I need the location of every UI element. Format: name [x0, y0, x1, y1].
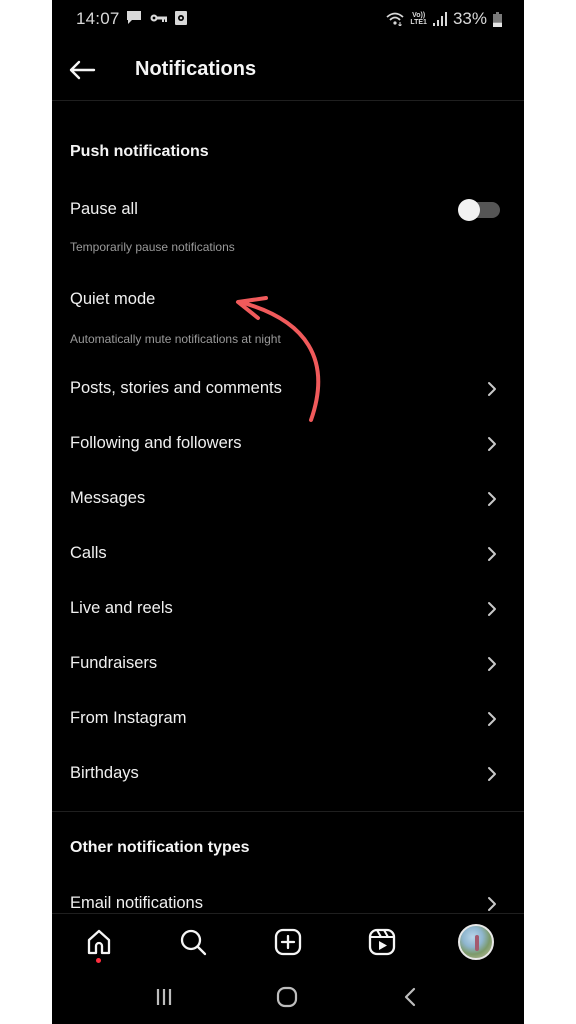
back-chevron-icon	[404, 987, 416, 1007]
row-label: Following and followers	[70, 434, 242, 452]
tab-profile[interactable]	[458, 924, 494, 960]
row-messages[interactable]: Messages	[52, 475, 524, 523]
tab-home[interactable]	[81, 924, 117, 960]
row-label: Fundraisers	[70, 654, 158, 672]
home-system-button[interactable]	[272, 984, 302, 1010]
pause-all-label: Pause all	[70, 200, 138, 218]
settings-list: Push notifications Pause all Temporarily…	[52, 101, 524, 913]
chevron-right-icon	[488, 657, 496, 671]
pause-all-description: Temporarily pause notifications	[70, 240, 235, 254]
vpn-key-icon	[150, 14, 167, 22]
battery-icon	[493, 11, 502, 27]
tab-reels[interactable]	[364, 924, 400, 960]
row-label: Live and reels	[70, 599, 173, 617]
section-title-push: Push notifications	[70, 143, 209, 160]
reels-icon	[368, 928, 396, 956]
row-label: Calls	[70, 544, 107, 562]
chevron-right-icon	[488, 492, 496, 506]
phone-screen: 14:07 Vo)) LTE1 33% Notifications Push n…	[52, 0, 524, 1024]
row-calls[interactable]: Calls	[52, 530, 524, 578]
row-label: From Instagram	[70, 709, 187, 727]
row-following-followers[interactable]: Following and followers	[52, 420, 524, 468]
chevron-right-icon	[488, 547, 496, 561]
message-icon	[127, 11, 141, 24]
row-label: Messages	[70, 489, 146, 507]
chevron-right-icon	[488, 382, 496, 396]
row-birthdays[interactable]: Birthdays	[52, 750, 524, 798]
section-divider	[52, 811, 524, 812]
back-button[interactable]	[66, 54, 98, 86]
page-title: Notifications	[135, 58, 257, 80]
screen-record-icon	[175, 10, 187, 25]
status-time: 14:07	[76, 9, 120, 28]
network-type: Vo)) LTE1	[410, 12, 427, 26]
home-circle-icon	[276, 986, 298, 1008]
profile-avatar	[458, 924, 494, 960]
quiet-mode-description: Automatically mute notifications at nigh…	[70, 332, 281, 346]
chevron-right-icon	[488, 897, 496, 911]
bottom-navigation	[52, 913, 524, 972]
pause-all-toggle[interactable]	[458, 199, 500, 221]
chevron-right-icon	[488, 602, 496, 616]
home-icon	[87, 929, 111, 955]
chevron-right-icon	[488, 767, 496, 781]
wifi-icon	[386, 12, 404, 26]
quiet-mode-label: Quiet mode	[70, 290, 156, 308]
status-left-icons	[126, 10, 187, 25]
row-from-instagram[interactable]: From Instagram	[52, 695, 524, 743]
chevron-right-icon	[488, 437, 496, 451]
search-icon	[180, 929, 207, 956]
row-posts-stories-comments[interactable]: Posts, stories and comments	[52, 365, 524, 413]
tab-search[interactable]	[175, 924, 211, 960]
tab-create[interactable]	[270, 924, 306, 960]
row-label: Email notifications	[70, 894, 203, 912]
home-notification-dot	[96, 958, 101, 963]
recent-apps-button[interactable]	[149, 984, 179, 1010]
quiet-mode-row[interactable]: Quiet mode Automatically mute notificati…	[52, 276, 524, 346]
recent-apps-icon	[156, 989, 172, 1005]
toggle-thumb	[458, 199, 480, 221]
create-icon	[274, 928, 302, 956]
chevron-right-icon	[488, 712, 496, 726]
row-fundraisers[interactable]: Fundraisers	[52, 640, 524, 688]
arrow-left-icon	[69, 60, 96, 80]
status-right-icons: Vo)) LTE1 33%	[386, 9, 502, 29]
row-live-reels[interactable]: Live and reels	[52, 585, 524, 633]
back-system-button[interactable]	[395, 984, 425, 1010]
battery-percent: 33%	[452, 9, 487, 28]
signal-icon	[432, 12, 447, 26]
row-label: Birthdays	[70, 764, 139, 782]
section-title-other: Other notification types	[70, 839, 250, 856]
top-app-bar: Notifications	[52, 40, 524, 101]
system-navigation-bar	[52, 972, 524, 1024]
pause-all-row[interactable]: Pause all Temporarily pause notification…	[52, 185, 524, 255]
row-email-notifications[interactable]: Email notifications	[52, 880, 524, 913]
row-label: Posts, stories and comments	[70, 379, 282, 397]
status-bar: 14:07 Vo)) LTE1 33%	[52, 0, 524, 38]
